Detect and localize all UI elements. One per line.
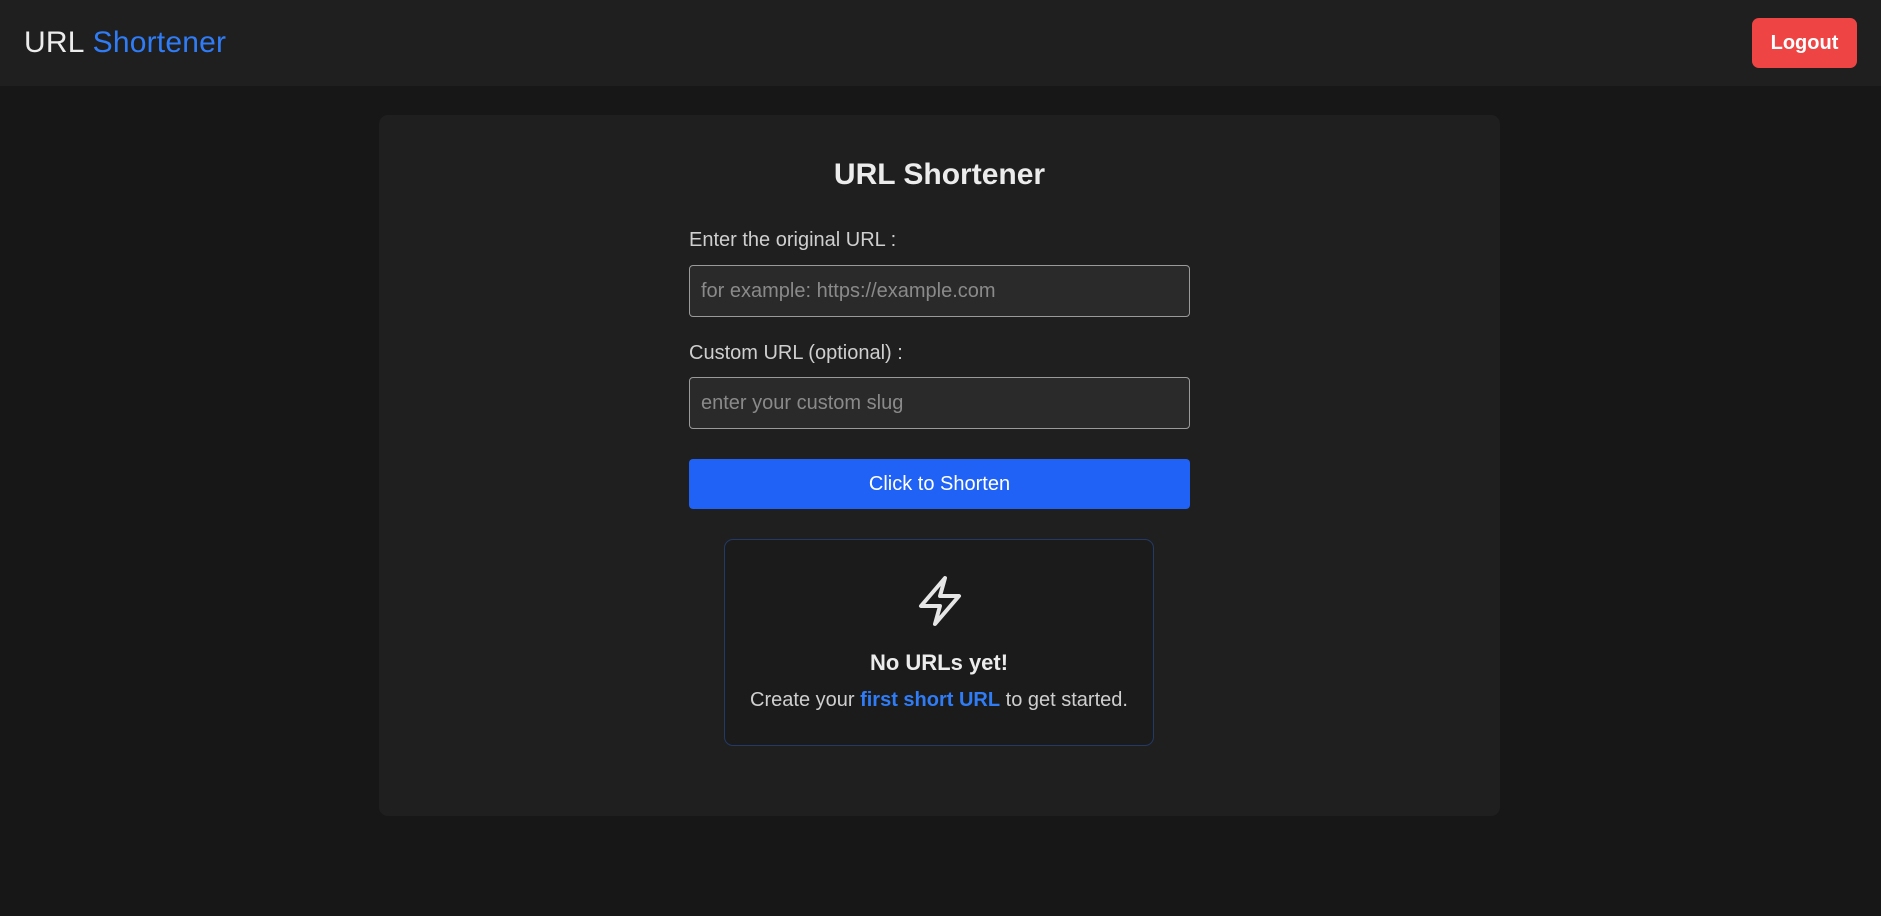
shortener-card: URL Shortener Enter the original URL : C… (379, 115, 1500, 816)
lightning-bolt-icon (919, 576, 961, 626)
empty-state-desc-prefix: Create your (750, 689, 855, 711)
brand-text-shortener: Shortener (92, 26, 227, 59)
top-navbar: URL Shortener Logout (0, 0, 1881, 86)
page-title: URL Shortener (833, 158, 1046, 191)
original-url-input[interactable] (689, 265, 1190, 317)
custom-url-label: Custom URL (optional) : (689, 342, 903, 364)
brand-text-url: URL (24, 26, 85, 59)
empty-state-title: No URLs yet! (869, 650, 1009, 675)
brand-logo[interactable]: URL Shortener (24, 26, 226, 60)
first-short-url-link[interactable]: first short URL (860, 689, 1000, 711)
custom-slug-input[interactable] (689, 377, 1190, 429)
empty-state-description: Create your first short URL to get start… (725, 689, 1153, 712)
original-url-label: Enter the original URL : (689, 229, 897, 251)
logout-button[interactable]: Logout (1752, 18, 1857, 68)
empty-state-desc-suffix: to get started. (1005, 689, 1128, 711)
shorten-button[interactable]: Click to Shorten (689, 459, 1190, 509)
empty-state-panel: No URLs yet! Create your first short URL… (724, 539, 1154, 746)
